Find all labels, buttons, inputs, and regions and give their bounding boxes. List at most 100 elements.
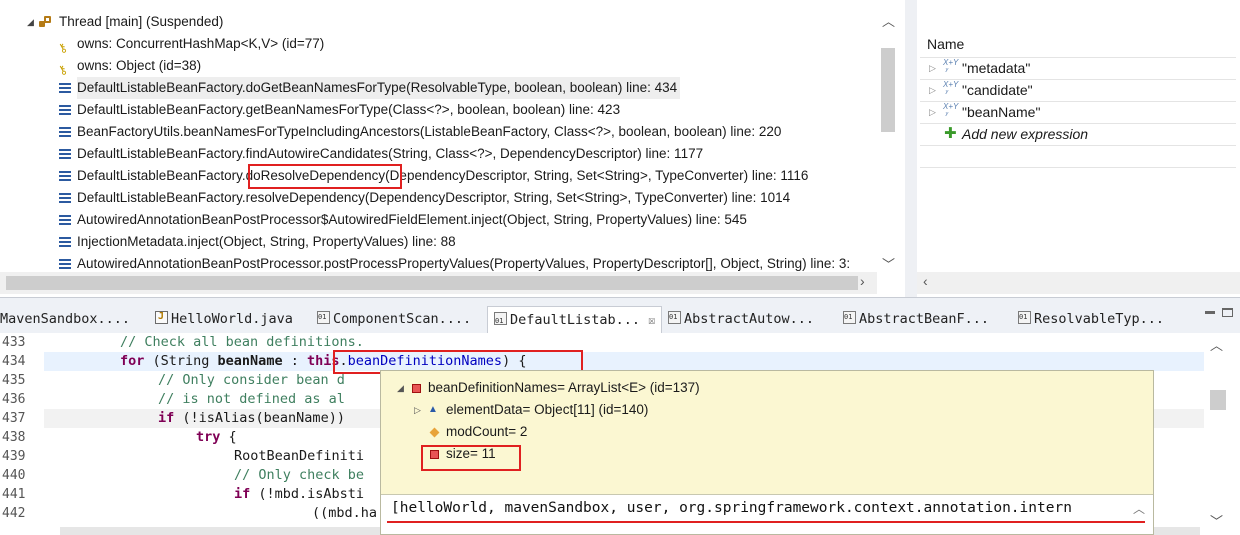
expand-right-icon[interactable]: ▷ (929, 79, 936, 101)
expand-right-icon[interactable]: ▷ (929, 57, 936, 79)
maximize-icon[interactable] (1222, 308, 1233, 317)
stack-frame-row[interactable]: DefaultListableBeanFactory.getBeanNamesF… (0, 99, 877, 121)
tab-label: ComponentScan.... (333, 311, 472, 327)
stack-frame-icon (59, 127, 71, 137)
code-line: // Only check be (234, 467, 365, 483)
watch-expression-icon: X+Y ʸ (943, 58, 959, 75)
inspector-root-row[interactable]: ◢ beanDefinitionNames= ArrayList<E> (id=… (381, 377, 1153, 399)
keyword: if (234, 486, 251, 502)
variable-inspector-popup[interactable]: ◢ beanDefinitionNames= ArrayList<E> (id=… (380, 370, 1154, 535)
scroll-left-icon[interactable]: ‹ (923, 273, 928, 289)
stack-frame-row[interactable]: AutowiredAnnotationBeanPostProcessor$Aut… (0, 209, 877, 231)
highlight-box (421, 445, 521, 471)
minimize-icon[interactable] (1205, 311, 1215, 314)
divider (920, 145, 1236, 146)
editor-tab[interactable]: ResolvableTyp... (1018, 307, 1165, 331)
line-number-gutter: 433 434 435 436 437 438 439 440 441 442 (0, 333, 42, 535)
editor-tab[interactable]: MavenSandbox.... (0, 309, 130, 331)
stack-frame-label: DefaultListableBeanFactory.getBeanNamesF… (77, 102, 621, 117)
line-number: 434 (2, 354, 26, 369)
expression-row[interactable]: ▷ X+Y ʸ "beanName" (917, 101, 1240, 123)
editor-tab[interactable]: AbstractAutow... (668, 307, 815, 331)
stack-frame-icon (59, 215, 71, 225)
scroll-down-icon[interactable]: ﹀ (877, 254, 900, 273)
stack-frame-label: DefaultListableBeanFactory.doGetBeanName… (77, 77, 681, 99)
scroll-right-icon[interactable]: › (860, 273, 865, 289)
code-line: // is not defined as al (158, 391, 345, 407)
stack-frame-label: DefaultListableBeanFactory.doResolveDepe… (77, 168, 809, 183)
code-line: RootBeanDefiniti (234, 448, 365, 464)
close-tab-icon[interactable]: ☒ (648, 313, 655, 327)
stack-frame-icon (59, 83, 71, 93)
line-number: 433 (2, 335, 26, 350)
inspector-child-row[interactable]: ▷ ▲ elementData= Object[11] (id=140) (381, 399, 1153, 421)
editor-tab[interactable]: AbstractBeanF... (843, 307, 990, 331)
scrollbar-thumb[interactable] (6, 276, 858, 290)
stack-frame-label: AutowiredAnnotationBeanPostProcessor$Aut… (77, 212, 747, 227)
code-token: (String (144, 353, 218, 369)
thread-label: Thread [main] (Suspended) (59, 14, 224, 29)
tab-label: MavenSandbox.... (0, 311, 131, 327)
expression-row[interactable]: ▷ X+Y ʸ "candidate" (917, 79, 1240, 101)
code-token: : (282, 353, 307, 369)
keyword: if (158, 410, 175, 426)
class-file-icon (668, 307, 681, 327)
class-file-icon (1018, 307, 1031, 327)
tab-label: AbstractAutow... (684, 311, 815, 327)
scrollbar-thumb[interactable] (881, 48, 895, 132)
code-line: try { (44, 428, 237, 447)
editor-tab-bar: MavenSandbox.... HelloWorld.java Compone… (0, 297, 1240, 334)
highlight-box (248, 164, 402, 189)
add-expression-row[interactable]: ✚ Add new expression (917, 123, 1240, 145)
column-header-name[interactable]: Name (927, 36, 964, 52)
monitor-row[interactable]: ⚷ owns: Object (id=38) (0, 55, 877, 78)
view-separator[interactable] (905, 0, 917, 297)
watch-expression-icon: X+Y ʸ (943, 80, 959, 97)
expand-right-icon[interactable]: ▷ (414, 399, 421, 421)
code-line: // Check all bean definitions. (120, 334, 364, 350)
scroll-up-icon[interactable]: ︿ (877, 11, 900, 30)
code-token: (!isAlias(beanName)) (174, 410, 354, 426)
code-token: (!mbd.isAbsti (250, 486, 365, 502)
stack-frame-label: InjectionMetadata.inject(Object, String,… (77, 234, 456, 249)
horizontal-scrollbar[interactable]: ‹ (917, 272, 1240, 294)
line-number: 438 (2, 430, 26, 445)
inspector-detail-pane[interactable]: [helloWorld, mavenSandbox, user, org.spr… (381, 494, 1153, 534)
expand-right-icon[interactable]: ▷ (929, 101, 936, 123)
inspector-child-row[interactable]: modCount= 2 (381, 421, 1153, 443)
variable-label: modCount= 2 (446, 424, 528, 439)
editor-tab[interactable]: ComponentScan.... (317, 307, 472, 331)
expand-down-icon[interactable]: ◢ (397, 377, 404, 399)
editor-tab[interactable]: HelloWorld.java (155, 307, 293, 331)
local-variable: beanName (217, 353, 283, 369)
expression-row[interactable]: ▷ X+Y ʸ "metadata" (917, 57, 1240, 79)
stack-frame-row[interactable]: DefaultListableBeanFactory.doGetBeanName… (0, 77, 877, 99)
stack-frame-row[interactable]: DefaultListableBeanFactory.doResolveDepe… (0, 165, 877, 187)
inspector-tree: ◢ beanDefinitionNames= ArrayList<E> (id=… (381, 371, 1153, 494)
watch-expression-icon: X+Y ʸ (943, 102, 959, 119)
scroll-down-icon[interactable]: ﹀ (1210, 511, 1223, 530)
keyword: for (120, 353, 145, 369)
code-line: if (!isAlias(beanName)) (44, 409, 353, 428)
stack-frame-row[interactable]: DefaultListableBeanFactory.findAutowireC… (0, 143, 877, 165)
scroll-up-icon[interactable]: ︿ (1210, 335, 1223, 354)
monitor-label: owns: ConcurrentHashMap<K,V> (id=77) (77, 36, 325, 51)
keyword: try (196, 429, 221, 445)
monitor-label: owns: Object (id=38) (77, 58, 202, 73)
scrollbar-thumb[interactable] (1210, 390, 1226, 410)
stack-frame-icon (59, 105, 71, 115)
stack-frame-row[interactable]: InjectionMetadata.inject(Object, String,… (0, 231, 877, 253)
variable-label: elementData= Object[11] (id=140) (446, 402, 649, 417)
class-file-icon (494, 308, 507, 334)
thread-row[interactable]: ◢ Thread [main] (Suspended) (0, 11, 877, 33)
stack-frame-label: DefaultListableBeanFactory.resolveDepend… (77, 190, 791, 205)
tab-label: ResolvableTyp... (1034, 311, 1165, 327)
line-number: 439 (2, 449, 26, 464)
tab-label: AbstractBeanF... (859, 311, 990, 327)
horizontal-scrollbar[interactable]: › (0, 272, 877, 294)
expand-down-icon[interactable]: ◢ (27, 11, 34, 33)
stack-frame-row[interactable]: DefaultListableBeanFactory.resolveDepend… (0, 187, 877, 209)
stack-frame-row[interactable]: BeanFactoryUtils.beanNamesForTypeIncludi… (0, 121, 877, 143)
editor-tab-active[interactable]: DefaultListab... ☒ (487, 306, 663, 334)
monitor-row[interactable]: ⚷ owns: ConcurrentHashMap<K,V> (id=77) (0, 33, 877, 56)
